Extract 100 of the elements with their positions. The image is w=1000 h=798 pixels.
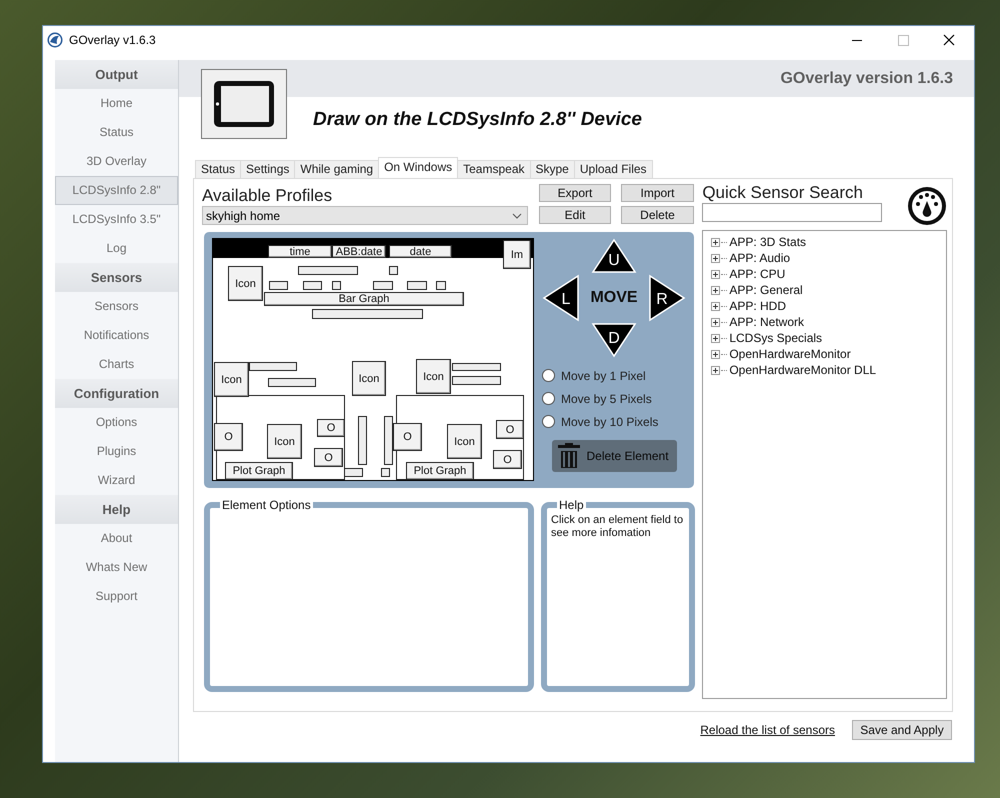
sidebar-item[interactable]: Plugins xyxy=(55,437,178,466)
lcd-element[interactable]: O xyxy=(317,419,345,437)
lcd-element[interactable]: O xyxy=(314,448,343,467)
move-right-button[interactable]: R xyxy=(648,274,686,322)
lcd-element[interactable] xyxy=(303,281,322,290)
lcd-element[interactable] xyxy=(358,416,367,465)
lcd-element[interactable]: Bar Graph xyxy=(264,292,464,306)
expand-icon[interactable] xyxy=(711,302,720,310)
move-left-button[interactable]: L xyxy=(542,274,580,322)
lcd-element[interactable] xyxy=(407,281,427,290)
tab[interactable]: Teamspeak xyxy=(457,160,530,178)
sidebar-item[interactable]: Options xyxy=(55,408,178,437)
tab[interactable]: Skype xyxy=(530,160,575,178)
lcd-element[interactable]: date xyxy=(389,245,452,258)
tree-item[interactable]: APP: General xyxy=(729,283,803,297)
profile-button[interactable]: Import xyxy=(621,184,694,202)
save-apply-button[interactable]: Save and Apply xyxy=(852,720,952,740)
expand-icon[interactable] xyxy=(711,318,720,326)
tree-item[interactable]: APP: CPU xyxy=(729,267,786,281)
lcd-element[interactable]: Icon xyxy=(267,424,302,459)
panel-title: Help xyxy=(558,498,585,512)
tree-item[interactable]: OpenHardwareMonitor xyxy=(729,347,851,361)
lcd-element[interactable] xyxy=(436,281,446,290)
lcd-element[interactable]: Icon xyxy=(416,359,451,394)
lcd-element[interactable]: Im xyxy=(503,240,531,269)
sidebar-item[interactable]: LCDSysInfo 3.5" xyxy=(55,205,178,234)
sidebar-item[interactable]: Support xyxy=(55,582,178,611)
radio-button[interactable] xyxy=(542,392,555,405)
lcd-element[interactable]: O xyxy=(393,423,422,451)
lcd-element[interactable] xyxy=(373,281,393,290)
lcd-element[interactable]: O xyxy=(496,420,524,439)
lcd-element[interactable] xyxy=(381,468,390,477)
expand-icon[interactable] xyxy=(711,334,720,342)
profile-button[interactable]: Export xyxy=(539,184,611,202)
tab[interactable]: Status xyxy=(195,160,242,178)
expand-icon[interactable] xyxy=(711,270,720,278)
tree-item[interactable]: APP: Network xyxy=(729,315,804,329)
radio-label[interactable]: Move by 5 Pixels xyxy=(561,392,652,406)
tab[interactable]: Settings xyxy=(240,160,296,178)
lcd-element[interactable]: Icon xyxy=(214,362,249,397)
lcd-element[interactable] xyxy=(298,266,358,275)
sensor-search-field[interactable] xyxy=(702,203,882,222)
expand-icon[interactable] xyxy=(711,350,720,358)
sidebar-item[interactable]: LCDSysInfo 2.8" xyxy=(55,176,178,205)
version-text: GOverlay version 1.6.3 xyxy=(780,70,953,88)
profile-dropdown[interactable]: skyhigh home xyxy=(202,206,528,225)
lcd-element[interactable] xyxy=(384,416,393,465)
move-down-button[interactable]: D xyxy=(591,322,637,358)
sidebar-item[interactable]: 3D Overlay xyxy=(55,147,178,176)
lcd-element[interactable]: O xyxy=(493,450,522,469)
sidebar-item[interactable]: Home xyxy=(55,89,178,118)
lcd-element[interactable] xyxy=(312,309,423,319)
tree-item[interactable]: OpenHardwareMonitor DLL xyxy=(729,363,876,377)
sidebar-heading: Configuration xyxy=(55,379,178,408)
radio-label[interactable]: Move by 10 Pixels xyxy=(561,414,658,428)
sidebar-heading: Sensors xyxy=(55,263,178,292)
lcd-element[interactable] xyxy=(452,363,501,371)
sidebar-item[interactable]: Log xyxy=(55,234,178,263)
tree-item[interactable]: APP: Audio xyxy=(729,251,790,265)
sidebar-item[interactable]: Charts xyxy=(55,350,178,379)
lcd-element[interactable] xyxy=(332,281,341,290)
move-up-button[interactable]: U xyxy=(591,238,637,274)
lcd-element[interactable]: Icon xyxy=(228,266,263,301)
lcd-element[interactable] xyxy=(344,468,363,477)
lcd-element[interactable] xyxy=(389,266,398,275)
delete-element-button[interactable]: Delete Element xyxy=(552,440,676,472)
expand-icon[interactable] xyxy=(711,286,720,294)
section-title: Quick Sensor Search xyxy=(702,183,864,203)
sidebar-item[interactable]: About xyxy=(55,524,178,553)
radio-label[interactable]: Move by 1 Pixel xyxy=(561,368,646,382)
lcd-element[interactable]: O xyxy=(214,423,243,451)
sidebar-item[interactable]: Sensors xyxy=(55,292,178,321)
sidebar-item[interactable]: Status xyxy=(55,118,178,147)
lcd-element[interactable]: Icon xyxy=(447,424,482,459)
sidebar-item[interactable]: Wizard xyxy=(55,466,178,495)
lcd-element[interactable]: Icon xyxy=(352,361,386,396)
expand-icon[interactable] xyxy=(711,366,720,374)
chevron-down-icon xyxy=(512,212,522,218)
lcd-element[interactable]: time xyxy=(268,245,332,258)
lcd-element[interactable] xyxy=(268,378,316,387)
lcd-element[interactable]: Plot Graph xyxy=(406,462,474,480)
sidebar-item[interactable]: Notifications xyxy=(55,321,178,350)
radio-button[interactable] xyxy=(542,415,555,428)
lcd-element[interactable] xyxy=(249,362,297,371)
reload-sensors-link[interactable]: Reload the list of sensors xyxy=(700,723,835,737)
tree-item[interactable]: APP: 3D Stats xyxy=(729,235,806,249)
lcd-element[interactable]: Plot Graph xyxy=(225,462,293,480)
lcd-element[interactable]: ABB:date xyxy=(332,245,386,258)
lcd-element[interactable] xyxy=(269,281,288,290)
radio-button[interactable] xyxy=(542,369,555,382)
sidebar-item[interactable]: Whats New xyxy=(55,553,178,582)
profile-button[interactable]: Edit xyxy=(539,206,611,224)
expand-icon[interactable] xyxy=(711,254,720,262)
tab[interactable]: Upload Files xyxy=(574,160,653,178)
lcd-element[interactable] xyxy=(452,376,501,385)
tree-item[interactable]: LCDSys Specials xyxy=(729,331,822,345)
expand-icon[interactable] xyxy=(711,238,720,246)
profile-button[interactable]: Delete xyxy=(621,206,694,224)
tab[interactable]: While gaming xyxy=(294,160,380,178)
tree-item[interactable]: APP: HDD xyxy=(729,299,786,313)
